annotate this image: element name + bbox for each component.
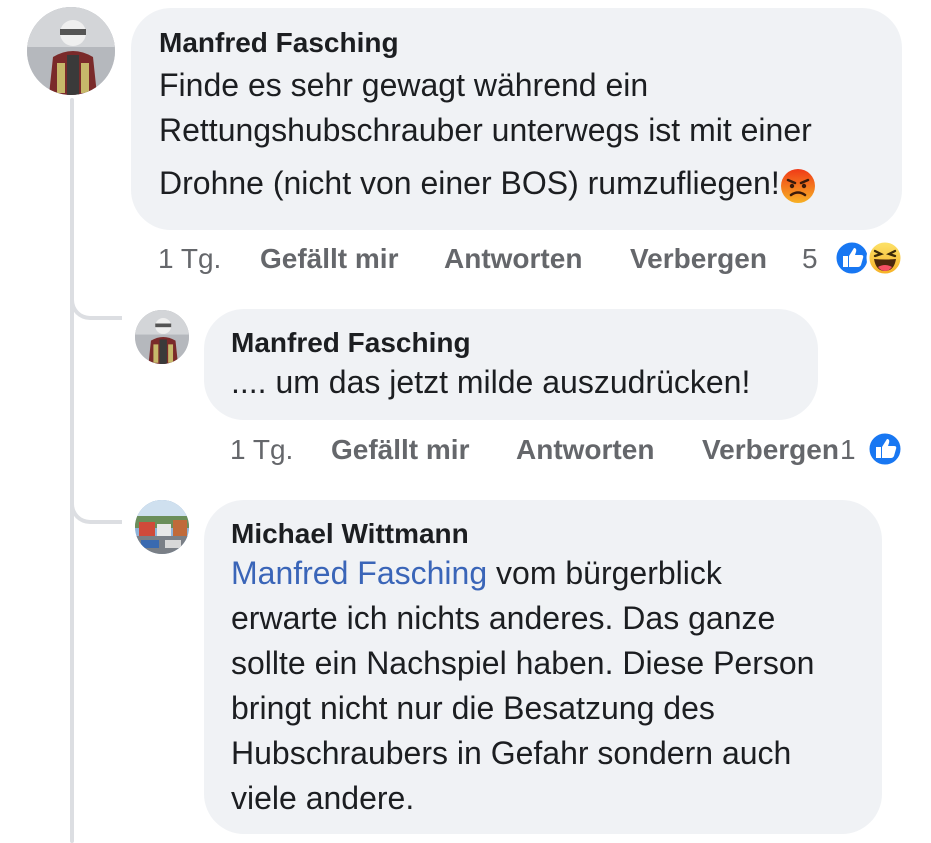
- avatar[interactable]: [135, 310, 189, 364]
- comment-text-fragment: vom bürgerblick: [487, 555, 722, 591]
- reply-bubble: Manfred Fasching .... um das jetzt milde…: [204, 309, 818, 420]
- comment-text-line-last: Drohne (nicht von einer BOS) rumzufliege…: [159, 161, 902, 206]
- comment-text-fragment: Drohne (nicht von einer BOS) rumzufliege…: [159, 165, 780, 201]
- thread-branch-reply-2: [70, 494, 122, 524]
- comment-author[interactable]: Michael Wittmann: [231, 517, 882, 551]
- like-button[interactable]: Gefällt mir: [260, 242, 398, 276]
- hide-button[interactable]: Verbergen: [702, 433, 839, 467]
- comment-timestamp[interactable]: 1 Tg.: [230, 433, 293, 467]
- reply-button[interactable]: Antworten: [444, 242, 582, 276]
- avatar[interactable]: [27, 7, 115, 95]
- reaction-count[interactable]: 5: [802, 242, 818, 276]
- avatar[interactable]: [135, 500, 189, 554]
- comment-text-line: viele andere.: [231, 780, 415, 816]
- hide-button[interactable]: Verbergen: [630, 242, 767, 276]
- mention-link[interactable]: Manfred Fasching: [231, 555, 487, 591]
- comment-text-line: Hubschraubers in Gefahr sondern auch: [231, 735, 792, 771]
- angry-face-icon: [780, 168, 816, 204]
- comment-text-line: erwarte ich nichts anderes. Das ganze: [231, 600, 776, 636]
- comment-actions: 1 Tg. Gefällt mir Antworten Verbergen 1: [230, 433, 920, 473]
- like-button[interactable]: Gefällt mir: [331, 433, 469, 467]
- reaction-count[interactable]: 1: [840, 433, 856, 467]
- thread-line: [70, 98, 74, 843]
- thread-branch-reply-1: [70, 290, 122, 320]
- comment-thread: Manfred Fasching Finde es sehr gewagt wä…: [0, 0, 931, 843]
- haha-icon[interactable]: [866, 239, 904, 282]
- reply-bubble: Michael Wittmann Manfred Fasching vom bü…: [204, 500, 882, 834]
- comment-text-line-first: Manfred Fasching vom bürgerblick: [231, 551, 882, 596]
- comment-text-line: bringt nicht nur die Besatzung des: [231, 690, 715, 726]
- comment-text-line: Rettungshubschrauber unterwegs ist mit e…: [159, 112, 812, 148]
- comment-text: .... um das jetzt milde auszudrücken!: [231, 364, 751, 400]
- comment-actions: 1 Tg. Gefällt mir Antworten Verbergen 5: [158, 242, 918, 282]
- reply-button[interactable]: Antworten: [516, 433, 654, 467]
- comment-text-line: Finde es sehr gewagt während ein: [159, 67, 649, 103]
- comment-bubble: Manfred Fasching Finde es sehr gewagt wä…: [131, 8, 902, 230]
- like-icon[interactable]: [866, 430, 904, 473]
- comment-timestamp[interactable]: 1 Tg.: [158, 242, 221, 276]
- comment-author[interactable]: Manfred Fasching: [159, 26, 902, 60]
- comment-text-line: sollte ein Nachspiel haben. Diese Person: [231, 645, 815, 681]
- comment-author[interactable]: Manfred Fasching: [231, 326, 818, 360]
